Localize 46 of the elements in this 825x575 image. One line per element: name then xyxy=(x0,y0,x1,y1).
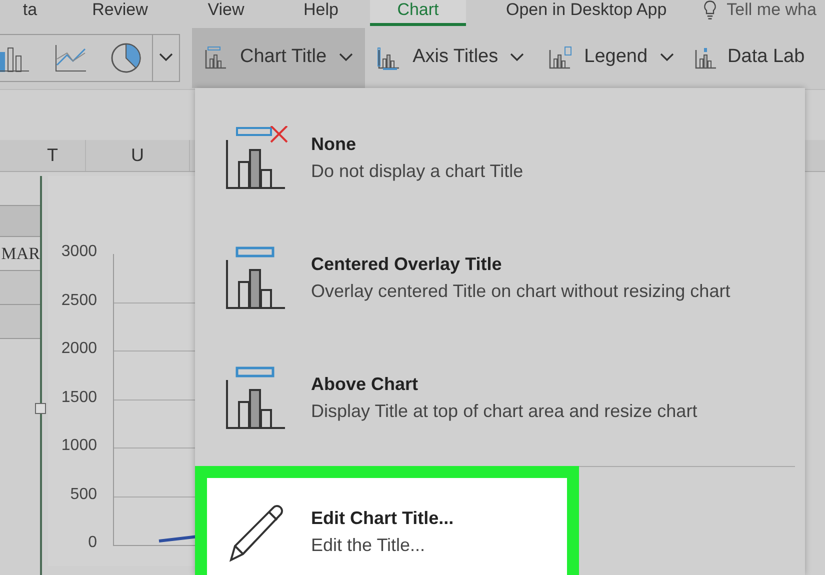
resize-handle[interactable] xyxy=(35,403,46,414)
menu-item-title: None xyxy=(311,133,357,156)
chevron-down-icon xyxy=(660,53,674,62)
data-labels-icon xyxy=(694,46,718,70)
ribbon-tab[interactable]: Review xyxy=(60,0,180,26)
menu-item-title: Centered Overlay Title xyxy=(311,253,503,276)
column-header[interactable]: U xyxy=(86,140,190,171)
chevron-down-icon xyxy=(510,53,524,62)
chart-title-option-icon xyxy=(225,126,289,190)
axis-label: 3000 xyxy=(61,242,97,262)
menu-item-description: Overlay centered Title on chart without resizing chart xyxy=(311,280,730,303)
table-cell xyxy=(0,205,40,237)
axis-label: 2500 xyxy=(61,290,97,310)
ribbon-tab[interactable]: Help xyxy=(272,0,370,26)
ribbon-dropdown-button[interactable]: Axis Titles xyxy=(364,28,536,88)
column-header[interactable]: T xyxy=(0,140,86,171)
axis-label: 1000 xyxy=(61,436,97,456)
line-chart-icon[interactable] xyxy=(54,42,88,72)
menu-item[interactable]: None Do not display a chart Title xyxy=(195,98,805,218)
ribbon-dropdown-button[interactable]: Chart Title xyxy=(192,28,365,88)
ribbon-tab[interactable]: ta xyxy=(0,0,60,26)
ribbon-tab[interactable]: Chart xyxy=(370,0,466,26)
legend-icon xyxy=(548,46,572,70)
axis-label: 2000 xyxy=(61,339,97,359)
menu-item-title: Edit Chart Title... xyxy=(311,507,454,530)
open-desktop-link[interactable]: Open in Desktop App xyxy=(506,0,667,20)
menu-item[interactable]: Centered Overlay Title Overlay centered Title on chart without resizing chart xyxy=(195,218,805,338)
menu-item-description: Edit the Title... xyxy=(311,534,426,557)
tell-me-field[interactable]: Tell me wha xyxy=(726,0,823,20)
menu-item[interactable]: Above Chart Display Title at top of chart area and resize chart xyxy=(195,338,805,458)
menu-item-description: Display Title at top of chart area and resize chart xyxy=(311,400,698,423)
chevron-down-icon xyxy=(338,53,353,62)
pie-chart-icon[interactable] xyxy=(110,42,142,74)
menu-item-title: Above Chart xyxy=(311,373,420,396)
ribbon-tab[interactable]: View xyxy=(180,0,272,26)
lightbulb-icon xyxy=(702,0,717,20)
chevron-down-icon xyxy=(159,53,173,62)
ribbon-button[interactable]: Data Lab xyxy=(686,28,813,88)
menu-item[interactable]: Edit Chart Title... Edit the Title... xyxy=(207,478,567,575)
ribbon-dropdown-button[interactable]: Legend xyxy=(536,28,686,88)
chart-title-icon xyxy=(204,46,228,70)
axis-label: 0 xyxy=(88,533,97,553)
axis-label: 1500 xyxy=(61,388,97,408)
menu-item-description: Do not display a chart Title xyxy=(311,160,524,183)
axis-titles-icon xyxy=(376,46,401,70)
axis-label: 500 xyxy=(70,484,97,504)
